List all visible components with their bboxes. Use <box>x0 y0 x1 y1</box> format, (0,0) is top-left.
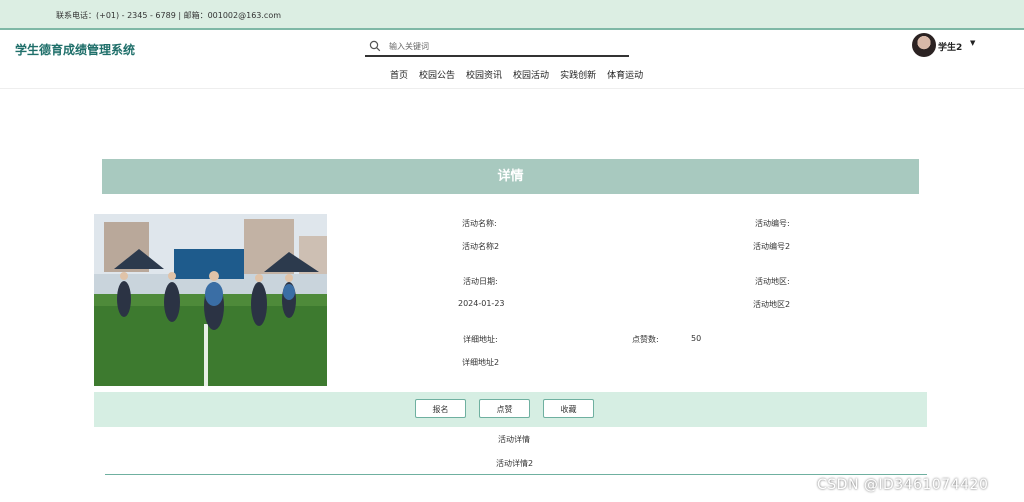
likes-value: 50 <box>691 334 702 343</box>
activity-name-value: 活动名称2 <box>462 242 500 251</box>
signup-button[interactable]: 报名 <box>415 399 466 418</box>
nav-item-sports[interactable]: 体育运动 <box>607 68 643 81</box>
likes-label: 点赞数: <box>632 335 659 344</box>
site-title[interactable]: 学生德育成绩管理系统 <box>15 41 135 58</box>
search-input[interactable] <box>387 38 621 54</box>
activity-date-value: 2024-01-23 <box>458 299 505 308</box>
watermark: CSDN @ID3461074420 <box>817 477 989 493</box>
search-box <box>365 37 629 57</box>
nav-item-innovation[interactable]: 实践创新 <box>560 68 596 81</box>
favorite-button[interactable]: 收藏 <box>543 399 594 418</box>
avatar[interactable] <box>912 33 936 57</box>
activity-date-label: 活动日期: <box>463 277 498 286</box>
contact-info: 联系电话：(+01) - 2345 - 6789 | 邮箱：001002@163… <box>56 11 282 20</box>
search-icon[interactable] <box>369 40 381 52</box>
like-button[interactable]: 点赞 <box>479 399 530 418</box>
detail-title: 详情 <box>102 159 919 194</box>
main-nav: 首页 校园公告 校园资讯 校园活动 实践创新 体育运动 <box>390 68 654 81</box>
activity-name-label: 活动名称: <box>462 219 497 228</box>
section-body: 活动详情2 <box>496 459 534 468</box>
activity-photo <box>94 214 327 386</box>
activity-area-label: 活动地区: <box>755 277 790 286</box>
header: 学生德育成绩管理系统 首页 校园公告 校园资讯 校园活动 实践创新 体育运动 学… <box>0 30 1024 89</box>
address-value: 详细地址2 <box>462 358 500 367</box>
activity-area-value: 活动地区2 <box>753 300 791 309</box>
top-info-bar: 联系电话：(+01) - 2345 - 6789 | 邮箱：001002@163… <box>0 0 1024 30</box>
section-heading: 活动详情 <box>498 435 530 444</box>
nav-item-home[interactable]: 首页 <box>390 68 408 81</box>
user-name[interactable]: 学生2 <box>938 40 962 53</box>
activity-no-value: 活动编号2 <box>753 242 791 251</box>
divider <box>105 474 927 475</box>
nav-item-activities[interactable]: 校园活动 <box>513 68 549 81</box>
address-label: 详细地址: <box>463 335 498 344</box>
action-bar: 报名 点赞 收藏 <box>94 392 927 427</box>
user-menu[interactable]: 学生2 ▼ <box>912 33 982 57</box>
nav-item-news[interactable]: 校园资讯 <box>466 68 502 81</box>
chevron-down-icon[interactable]: ▼ <box>970 39 975 47</box>
nav-item-announcements[interactable]: 校园公告 <box>419 68 455 81</box>
activity-no-label: 活动编号: <box>755 219 790 228</box>
